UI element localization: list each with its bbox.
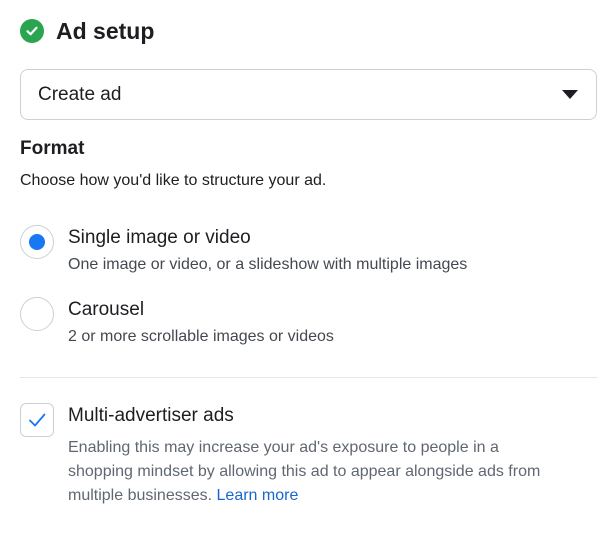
format-description: Choose how you'd like to structure your … xyxy=(20,172,327,189)
learn-more-link[interactable]: Learn more xyxy=(217,487,299,504)
option-description: 2 or more scrollable images or videos xyxy=(68,328,334,345)
check-circle-icon xyxy=(20,19,44,43)
format-option-single-image[interactable]: Single image or video One image or video… xyxy=(20,225,467,274)
divider xyxy=(20,377,598,378)
format-heading: Format xyxy=(20,138,85,159)
multi-advertiser-label: Multi-advertiser ads xyxy=(68,405,234,426)
option-description: One image or video, or a slideshow with … xyxy=(68,256,468,273)
multi-advertiser-option[interactable]: Multi-advertiser ads Enabling this may i… xyxy=(20,403,568,508)
multi-advertiser-description: Enabling this may increase your ad's exp… xyxy=(68,436,568,508)
option-label: Carousel xyxy=(68,299,145,320)
radio-single-image[interactable] xyxy=(20,225,54,259)
ad-setup-panel: Ad setup Create ad Format Choose how you… xyxy=(0,0,612,534)
ad-creation-dropdown[interactable]: Create ad xyxy=(20,69,597,120)
multi-advertiser-checkbox[interactable] xyxy=(20,403,54,437)
radio-carousel[interactable] xyxy=(20,297,54,331)
section-header: Ad setup xyxy=(20,16,154,46)
caret-down-icon xyxy=(562,90,578,99)
dropdown-selected-value: Create ad xyxy=(38,83,122,105)
option-label: Single image or video xyxy=(68,227,251,248)
format-option-carousel[interactable]: Carousel 2 or more scrollable images or … xyxy=(20,297,334,346)
radio-selected-dot xyxy=(29,234,45,250)
checkmark-icon xyxy=(29,413,46,427)
description-text: Enabling this may increase your ad's exp… xyxy=(68,439,541,504)
section-title: Ad setup xyxy=(56,17,155,44)
